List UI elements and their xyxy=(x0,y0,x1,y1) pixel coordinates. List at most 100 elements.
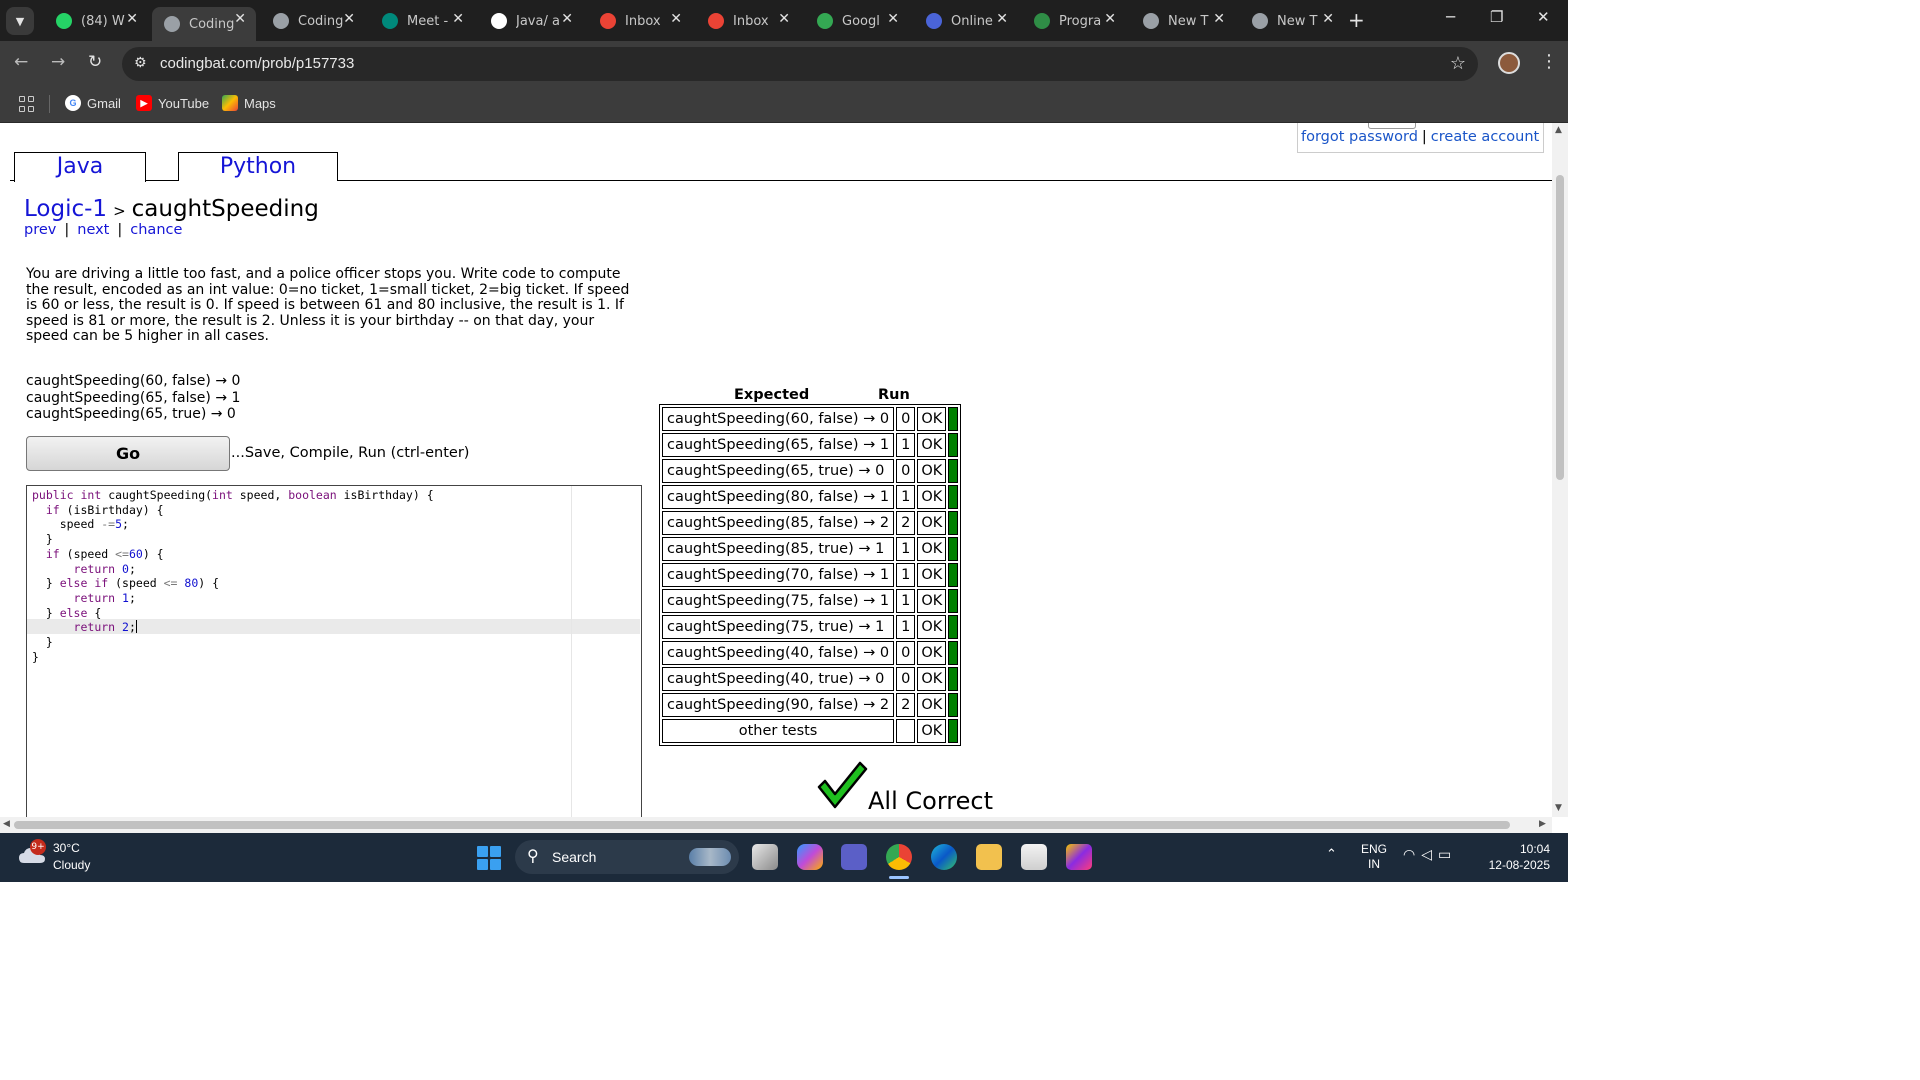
create-account-link[interactable]: create account xyxy=(1431,129,1539,145)
menu-icon[interactable]: ⋮ xyxy=(1540,51,1558,72)
example-item: caughtSpeeding(65, false) → 1 xyxy=(26,389,241,406)
close-tab-icon[interactable]: ✕ xyxy=(234,11,246,27)
language-indicator[interactable]: ENG IN xyxy=(1361,842,1387,872)
windows-start-icon[interactable] xyxy=(477,846,501,870)
pass-indicator xyxy=(948,537,959,561)
tab-2[interactable]: Coding ✕ xyxy=(152,7,256,41)
horizontal-scroll-thumb[interactable] xyxy=(14,821,1510,829)
close-tab-icon[interactable]: ✕ xyxy=(996,11,1008,27)
status-cell: OK xyxy=(917,433,947,457)
results-table: caughtSpeeding(60, false) → 0 0 OK caughtSp… xyxy=(659,404,962,746)
profile-avatar[interactable] xyxy=(1498,52,1520,74)
site-info-icon[interactable]: ⚙ xyxy=(134,55,147,71)
vertical-scroll-thumb[interactable] xyxy=(1556,175,1564,480)
edge-icon[interactable] xyxy=(931,844,957,870)
copilot-icon[interactable] xyxy=(797,844,823,870)
tab-label: Java/ a xyxy=(516,13,560,29)
close-tab-icon[interactable]: ✕ xyxy=(1213,11,1225,27)
github-icon xyxy=(491,13,507,29)
go-button[interactable]: Go xyxy=(26,436,230,471)
tab-10[interactable]: Progra ✕ xyxy=(1022,7,1126,35)
system-tray-icons[interactable]: ◠◁▭ xyxy=(1403,847,1457,863)
battery-icon[interactable]: ▭ xyxy=(1438,847,1457,863)
tab-9[interactable]: Online ✕ xyxy=(914,7,1018,35)
run-cell: 1 xyxy=(896,615,916,639)
scroll-right-icon[interactable]: ▶ xyxy=(1539,819,1546,829)
close-tab-icon[interactable]: ✕ xyxy=(561,11,573,27)
tab-search-button[interactable]: ▼ xyxy=(6,7,34,35)
file-explorer-icon[interactable] xyxy=(976,844,1002,870)
taskbar-search[interactable]: ⚲ Search xyxy=(515,840,739,874)
game-icon[interactable] xyxy=(1066,844,1092,870)
expected-cell: caughtSpeeding(65, false) → 1 xyxy=(662,433,895,457)
minimize-button[interactable]: ─ xyxy=(1446,8,1455,26)
forgot-password-link[interactable]: forgot password xyxy=(1301,129,1418,145)
weather-condition[interactable]: Cloudy xyxy=(53,858,90,872)
section-link[interactable]: Logic-1 xyxy=(24,196,107,222)
task-view-icon[interactable] xyxy=(752,844,778,870)
example-item: caughtSpeeding(65, true) → 0 xyxy=(26,406,236,422)
tab-4[interactable]: Meet - ✕ xyxy=(370,7,474,35)
breadcrumb: Logic-1 > caughtSpeeding xyxy=(24,196,319,222)
bookmark-maps[interactable]: Maps xyxy=(222,95,276,111)
volume-icon[interactable]: ◁ xyxy=(1421,847,1438,863)
url-text[interactable]: codingbat.com/prob/p157733 xyxy=(160,55,354,72)
store-icon[interactable] xyxy=(1021,844,1047,870)
status-cell: OK xyxy=(917,667,947,691)
next-link[interactable]: next xyxy=(77,222,109,238)
weather-temperature[interactable]: 30°C xyxy=(53,841,80,855)
tray-expand-icon[interactable]: ⌃ xyxy=(1326,847,1337,862)
tab-5[interactable]: Java/ a ✕ xyxy=(479,7,583,35)
close-tab-icon[interactable]: ✕ xyxy=(1104,11,1116,27)
close-tab-icon[interactable]: ✕ xyxy=(887,11,899,27)
close-tab-icon[interactable]: ✕ xyxy=(452,11,464,27)
close-tab-icon[interactable]: ✕ xyxy=(126,11,138,27)
code-text[interactable]: public int caughtSpeeding(int speed, boo… xyxy=(32,488,434,664)
tab-1[interactable]: (84) W ✕ xyxy=(44,7,148,35)
forward-button[interactable]: → xyxy=(51,52,65,72)
tab-11[interactable]: New T ✕ xyxy=(1131,7,1235,35)
bookmark-gmail[interactable]: G Gmail xyxy=(65,95,121,111)
close-tab-icon[interactable]: ✕ xyxy=(1322,11,1334,27)
expected-header: Expected xyxy=(734,387,810,403)
code-editor[interactable]: public int caughtSpeeding(int speed, boo… xyxy=(26,485,642,817)
tab-label: Meet - xyxy=(407,13,449,29)
tab-7[interactable]: Inbox ✕ xyxy=(696,7,800,35)
language-code: ENG xyxy=(1361,842,1388,856)
chrome-icon[interactable] xyxy=(886,844,912,870)
horizontal-scrollbar[interactable]: ◀ ▶ xyxy=(0,817,1552,833)
pass-indicator xyxy=(948,641,959,665)
bookmark-star-icon[interactable]: ☆ xyxy=(1450,53,1466,74)
gmail-icon xyxy=(600,13,616,29)
pass-indicator xyxy=(948,459,959,483)
restore-button[interactable]: ❐ xyxy=(1490,8,1503,26)
tab-label: New T xyxy=(1168,13,1209,29)
teams-icon[interactable] xyxy=(841,844,867,870)
apps-grid-icon[interactable] xyxy=(19,96,35,112)
expected-cell: caughtSpeeding(40, false) → 0 xyxy=(662,641,895,665)
close-tab-icon[interactable]: ✕ xyxy=(670,11,682,27)
back-button[interactable]: ← xyxy=(14,52,28,72)
tab-8[interactable]: Googl ✕ xyxy=(805,7,909,35)
reload-button[interactable]: ↻ xyxy=(88,52,102,72)
scroll-up-icon[interactable]: ▲ xyxy=(1555,125,1562,135)
vertical-scrollbar[interactable]: ▲ ▼ xyxy=(1552,123,1568,817)
new-tab-button[interactable]: + xyxy=(1348,8,1365,32)
tab-python[interactable]: Python xyxy=(178,152,338,181)
tab-3[interactable]: Coding ✕ xyxy=(261,7,365,35)
chance-link[interactable]: chance xyxy=(130,222,182,238)
clock[interactable]: 10:04 12-08-2025 xyxy=(1484,841,1550,873)
scroll-down-icon[interactable]: ▼ xyxy=(1555,803,1562,813)
address-bar[interactable]: ⚙ codingbat.com/prob/p157733 ☆ xyxy=(122,47,1478,81)
tab-java[interactable]: Java xyxy=(14,152,146,182)
bookmark-youtube[interactable]: ▶ YouTube xyxy=(136,95,209,111)
close-window-button[interactable]: ✕ xyxy=(1537,8,1550,26)
prev-link[interactable]: prev xyxy=(24,222,56,238)
tab-12[interactable]: New T ✕ xyxy=(1240,7,1344,35)
wifi-icon[interactable]: ◠ xyxy=(1403,847,1421,863)
tab-6[interactable]: Inbox ✕ xyxy=(588,7,692,35)
close-tab-icon[interactable]: ✕ xyxy=(778,11,790,27)
bookmarks-bar: G Gmail ▶ YouTube Maps xyxy=(0,87,1568,123)
close-tab-icon[interactable]: ✕ xyxy=(343,11,355,27)
scroll-left-icon[interactable]: ◀ xyxy=(3,819,10,829)
